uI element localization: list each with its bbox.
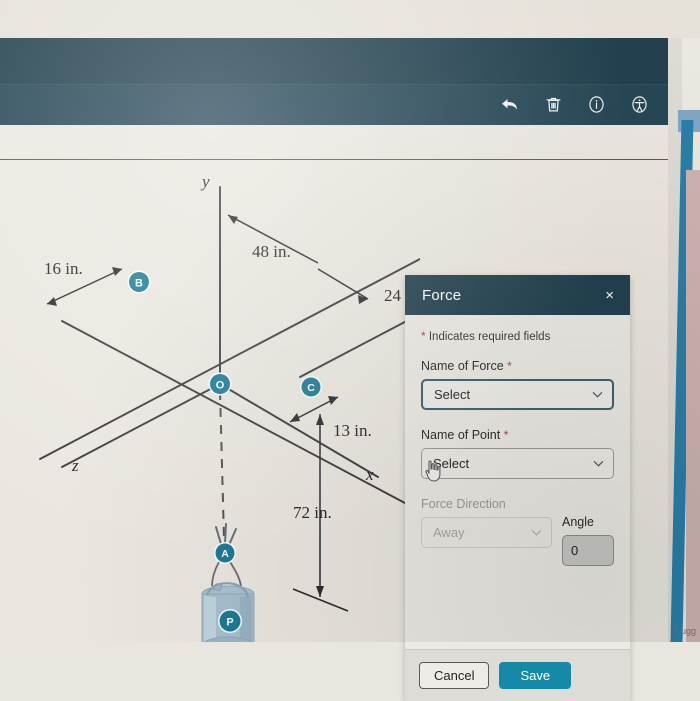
dimension-24in: 24 <box>384 286 401 305</box>
save-button[interactable]: Save <box>499 662 572 689</box>
app-header-upper-band <box>0 38 668 84</box>
photographed-screen: B O C A P y x z 16 in. 48 in. 24 13 in. … <box>0 0 700 701</box>
force-direction-label: Force Direction <box>421 497 506 511</box>
name-of-force-label: Name of Force * <box>421 359 614 373</box>
chevron-down-icon <box>593 458 604 469</box>
header-toolbar <box>499 84 650 125</box>
x-axis-label: x <box>366 465 374 484</box>
app-header <box>0 38 668 125</box>
force-diagram: B O C A P y x z 16 in. 48 in. 24 13 in. … <box>0 159 420 642</box>
trash-icon[interactable] <box>542 94 564 116</box>
name-of-force-required-asterisk: * <box>507 359 512 373</box>
info-icon[interactable] <box>585 94 607 116</box>
svg-text:O: O <box>216 380 225 392</box>
direction-angle-row: Force Direction Away Angle 0 <box>421 497 614 566</box>
dimension-72in: 72 in. <box>293 503 332 522</box>
force-direction-value: Away <box>433 525 465 540</box>
force-dialog: Force × * Indicates required fields Name… <box>405 275 630 701</box>
cancel-button[interactable]: Cancel <box>419 662 490 689</box>
force-dialog-footer: Cancel Save <box>405 649 630 701</box>
svg-text:B: B <box>135 278 143 290</box>
name-of-point-label: Name of Point * <box>421 428 614 442</box>
dimension-16in: 16 in. <box>44 259 83 278</box>
angle-value: 0 <box>571 543 579 558</box>
name-of-point-required-asterisk: * <box>503 428 509 442</box>
undo-icon[interactable] <box>499 94 521 116</box>
force-direction-group: Force Direction Away <box>421 497 552 566</box>
background-window-pink-strip <box>686 170 700 642</box>
svg-text:C: C <box>307 382 315 394</box>
screen-top-strip <box>0 0 700 38</box>
name-of-force-select[interactable]: Select <box>421 379 614 410</box>
force-dialog-title: Force <box>422 286 462 304</box>
angle-group: Angle 0 <box>562 515 614 566</box>
required-fields-note: * Indicates required fields <box>421 329 614 343</box>
y-axis-label: y <box>202 172 210 191</box>
name-of-force-value: Select <box>434 387 471 402</box>
angle-input[interactable]: 0 <box>562 535 614 566</box>
content-area: B O C A P y x z 16 in. 48 in. 24 13 in. … <box>0 125 668 701</box>
force-dialog-body: * Indicates required fields Name of Forc… <box>405 315 630 649</box>
svg-text:P: P <box>226 617 233 629</box>
angle-label: Angle <box>562 515 594 529</box>
force-direction-select[interactable]: Away <box>421 517 552 548</box>
name-of-force-label-text: Name of Force <box>421 359 504 373</box>
required-note-text: Indicates required fields <box>425 331 551 343</box>
close-icon[interactable]: × <box>603 285 616 306</box>
chevron-down-icon <box>592 389 603 400</box>
accessibility-icon[interactable] <box>628 94 650 116</box>
name-of-point-label-text: Name of Point <box>421 428 501 442</box>
hand-cursor-icon <box>423 459 443 483</box>
svg-text:A: A <box>221 548 229 560</box>
dimension-48in: 48 in. <box>252 242 291 261</box>
z-axis-label: z <box>72 456 79 475</box>
name-of-point-select[interactable]: Select <box>421 448 614 479</box>
background-window-text: Lugg <box>676 626 697 636</box>
force-dialog-header: Force × <box>405 275 630 315</box>
chevron-down-icon <box>531 527 542 538</box>
dimension-13in: 13 in. <box>333 421 372 440</box>
